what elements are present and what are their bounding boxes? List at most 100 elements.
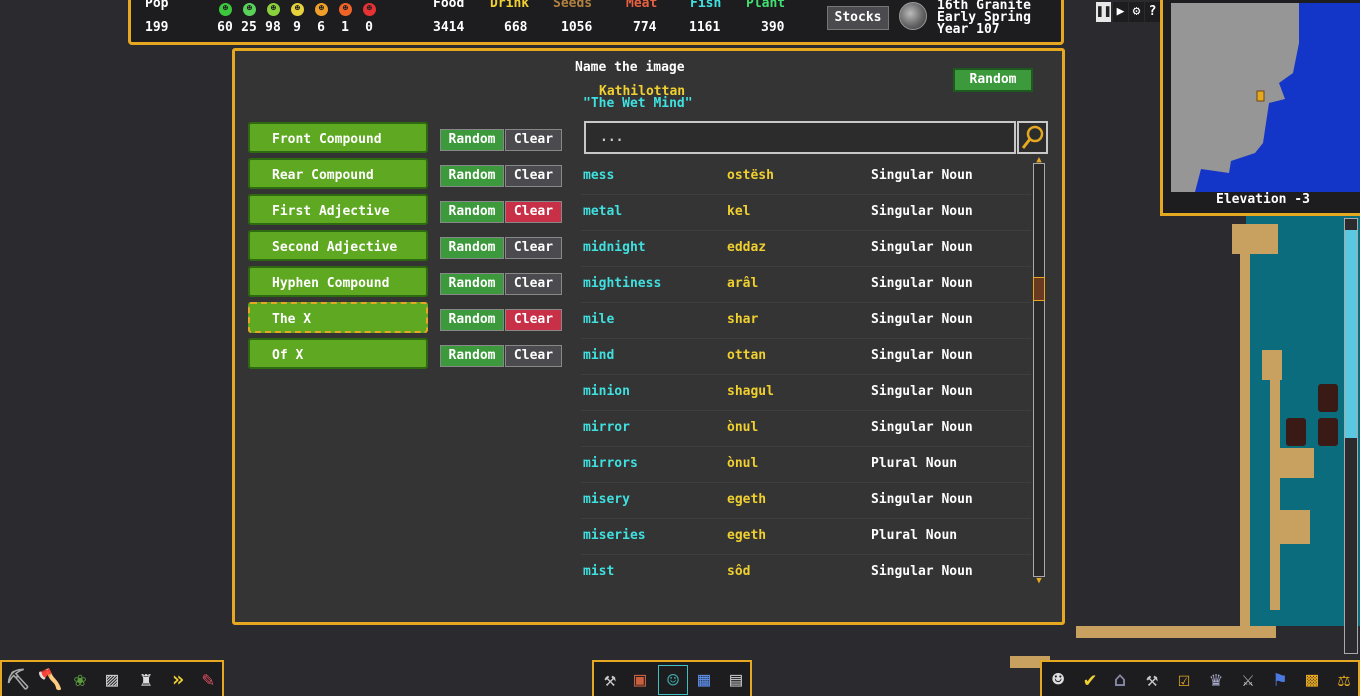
word-search-input[interactable]: ... [584,121,1016,154]
component-the-x[interactable]: The X [248,302,428,333]
rock-wall [1076,626,1276,638]
word-list-scrollbar[interactable] [1033,163,1045,577]
component-first-adjective[interactable]: First Adjective [248,194,428,225]
word-type: Singular Noun [871,492,973,507]
build-icon[interactable]: ⚒ [596,665,624,693]
word-row[interactable]: mile shar Singular Noun [581,303,1031,339]
furniture-icon[interactable]: ▣ [626,665,654,693]
scroll-down-arrow-icon[interactable]: ▼ [1034,577,1044,586]
word-english: mess [583,168,615,183]
happiness-count: 9 [293,20,301,35]
component-rear-compound[interactable]: Rear Compound [248,158,428,189]
settings-gear-icon[interactable]: ⚙ [1129,2,1144,22]
of-x-random-button[interactable]: Random [440,345,504,367]
word-dwarven: ottan [727,348,767,363]
component-front-compound[interactable]: Front Compound [248,122,428,153]
word-dwarven: kel [727,204,751,219]
rear-compound-random-button[interactable]: Random [440,165,504,187]
zones-icon[interactable]: ▦ [690,665,718,693]
food-value: 3414 [433,20,465,35]
minecart-icon[interactable]: ▤ [722,665,750,693]
units-icon[interactable]: ☺ [658,665,688,695]
smooth-stone-icon[interactable]: ▨ [98,665,126,693]
word-row[interactable]: metal kel Singular Noun [581,195,1031,231]
rock-wall [1270,510,1310,544]
minimap-view[interactable] [1171,3,1360,192]
happiness-count: 25 [241,20,257,35]
search-icon[interactable] [1017,121,1048,154]
rear-compound-clear-button[interactable]: Clear [505,165,562,187]
nobles-icon[interactable]: ♛ [1202,665,1230,693]
tasks-icon[interactable]: ✔ [1076,665,1104,693]
second-adjective-random-button[interactable]: Random [440,237,504,259]
word-row[interactable]: miseries egeth Plural Noun [581,519,1031,555]
hauling-icon[interactable]: ⚑ [1266,665,1294,693]
word-list-scrollbar-thumb[interactable] [1033,277,1045,301]
fast-forward-icon[interactable]: » [164,665,192,693]
first-adjective-random-button[interactable]: Random [440,201,504,223]
stocks-button[interactable]: Stocks [827,6,889,30]
plant-gather-icon[interactable]: ❀ [66,665,94,693]
erase-designation-icon[interactable]: ♜ [132,665,160,693]
word-dwarven: shar [727,312,759,327]
places-icon[interactable]: ⌂ [1106,665,1134,693]
date-year: Year 107 [937,22,1000,37]
citizens-icon[interactable]: ☻ [1044,665,1072,693]
info-toolbar: ☻ ✔ ⌂ ⚒ ☑ ♛ ⚔ ⚑ ▩ ⚖ [1040,660,1360,696]
food-label: Food [433,0,465,11]
hyphen-compound-random-button[interactable]: Random [440,273,504,295]
word-type: Singular Noun [871,312,973,327]
word-row[interactable]: midnight eddaz Singular Noun [581,231,1031,267]
word-row[interactable]: mist sôd Singular Noun [581,555,1031,590]
word-dwarven: egeth [727,492,767,507]
word-row[interactable]: mind ottan Singular Noun [581,339,1031,375]
component-hyphen-compound[interactable]: Hyphen Compound [248,266,428,297]
word-type: Singular Noun [871,276,973,291]
second-adjective-clear-button[interactable]: Clear [505,237,562,259]
word-english: mind [583,348,615,363]
word-row[interactable]: misery egeth Singular Noun [581,483,1031,519]
word-row[interactable]: mirror ònul Singular Noun [581,411,1031,447]
word-row[interactable]: minion shagul Singular Noun [581,375,1031,411]
word-type: Plural Noun [871,456,958,471]
fish-label: Fish [690,0,722,11]
scales-icon[interactable]: ⚖ [1330,665,1358,693]
front-compound-clear-button[interactable]: Clear [505,129,562,151]
eraser-icon[interactable]: ✎ [194,665,222,693]
component-second-adjective[interactable]: Second Adjective [248,230,428,261]
orders-icon[interactable]: ☑ [1170,665,1198,693]
word-row[interactable]: mirrors ònul Plural Noun [581,447,1031,483]
help-icon[interactable]: ? [1145,2,1160,22]
justice-icon[interactable]: ⚔ [1234,665,1262,693]
pickaxe-dig-icon[interactable]: ⛏ [4,665,32,693]
pause-icon[interactable]: ❚❚ [1096,2,1112,22]
labor-icon[interactable]: ⚒ [1138,665,1166,693]
moon-phase-icon [899,2,927,30]
seeds-label: Seeds [553,0,593,11]
minimap[interactable]: Elevation -3 [1160,0,1360,216]
word-type: Singular Noun [871,240,973,255]
map-scrollbar-thumb[interactable] [1345,230,1357,438]
word-type: Singular Noun [871,384,973,399]
name-english: "The Wet Mind" [583,96,693,111]
miserable-face-icon: ☻ [363,3,376,16]
hyphen-compound-clear-button[interactable]: Clear [505,273,562,295]
component-of-x[interactable]: Of X [248,338,428,369]
rock-wall [1274,448,1314,478]
the-x-clear-button[interactable]: Clear [505,309,562,331]
front-compound-random-button[interactable]: Random [440,129,504,151]
of-x-clear-button[interactable]: Clear [505,345,562,367]
population-value[interactable]: 199 [145,20,168,35]
word-row[interactable]: mess ostësh Singular Noun [581,159,1031,195]
neutral-face-icon: ☻ [291,3,304,16]
play-icon[interactable]: ▶ [1113,2,1128,22]
word-row[interactable]: mightiness arâl Singular Noun [581,267,1031,303]
map-icon[interactable]: ▩ [1298,665,1326,693]
fish-value: 1161 [689,20,721,35]
angry-face-icon: ☻ [339,3,352,16]
axe-chop-tree-icon[interactable]: 🪓 [36,665,64,693]
word-dwarven: arâl [727,276,759,291]
the-x-random-button[interactable]: Random [440,309,504,331]
first-adjective-clear-button[interactable]: Clear [505,201,562,223]
random-name-button[interactable]: Random [953,68,1033,92]
